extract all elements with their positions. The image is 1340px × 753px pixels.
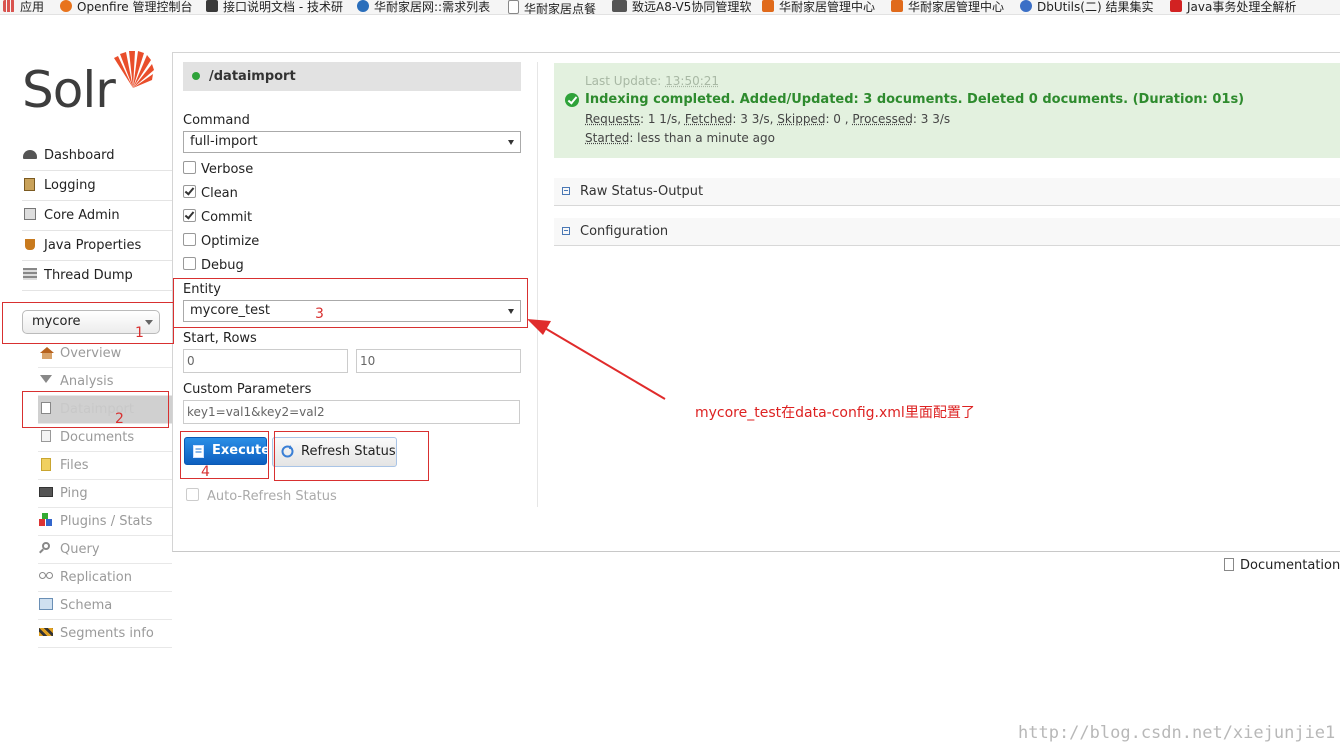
java-properties-icon — [22, 237, 38, 251]
option-verbose[interactable]: Verbose — [183, 161, 253, 179]
logging-icon — [22, 177, 38, 191]
globe-icon — [357, 0, 369, 12]
tools-icon — [206, 0, 218, 12]
option-clean[interactable]: Clean — [183, 185, 238, 203]
annotation-note: mycore_test在data-config.xml里面配置了 — [695, 405, 975, 421]
success-check-icon — [565, 93, 579, 107]
solr-logo[interactable]: Solr — [22, 48, 162, 120]
start-input[interactable]: 0 — [183, 349, 348, 373]
annotation-number-2: 2 — [115, 411, 124, 427]
core-nav-ping[interactable]: Ping — [38, 480, 172, 508]
dropdown-arrow-icon — [508, 140, 514, 145]
bookmark-dining[interactable]: 华耐家居点餐 — [508, 0, 608, 14]
auto-refresh-checkbox[interactable] — [186, 488, 199, 501]
nav-thread-dump[interactable]: Thread Dump — [22, 261, 172, 291]
page-icon — [508, 0, 519, 14]
custom-params-label: Custom Parameters — [183, 382, 312, 397]
watermark: http://blog.csdn.net/xiejunjie1 — [1018, 723, 1336, 743]
commit-checkbox[interactable] — [183, 209, 196, 222]
schema-icon — [38, 597, 54, 611]
plugins-icon — [38, 513, 54, 527]
bookmark-requirements[interactable]: 华耐家居网::需求列表 — [357, 0, 497, 14]
option-optimize[interactable]: Optimize — [183, 233, 259, 251]
annotation-box-3 — [173, 278, 528, 328]
files-icon — [38, 457, 54, 471]
nav-java-properties[interactable]: Java Properties — [22, 231, 172, 261]
core-nav-documents[interactable]: Documents — [38, 424, 172, 452]
bookmark-admin-2[interactable]: 华耐家居管理中心 — [891, 0, 1016, 14]
core-nav-query[interactable]: Query — [38, 536, 172, 564]
h-icon — [891, 0, 903, 12]
query-icon — [38, 541, 54, 555]
core-nav-schema[interactable]: Schema — [38, 592, 172, 620]
debug-checkbox[interactable] — [183, 257, 196, 270]
custom-params-input[interactable]: key1=val1&key2=val2 — [183, 400, 520, 424]
nav-core-admin[interactable]: Core Admin — [22, 201, 172, 231]
clean-checkbox[interactable] — [183, 185, 196, 198]
overview-icon — [38, 345, 54, 359]
bookmark-openfire[interactable]: Openfire 管理控制台 — [60, 0, 200, 14]
raw-status-output-toggle[interactable]: Raw Status-Output — [554, 178, 1340, 206]
annotation-number-3: 3 — [315, 306, 324, 322]
blog-icon — [1020, 0, 1032, 12]
solr-sun-icon — [114, 51, 154, 88]
replication-icon — [38, 569, 54, 583]
annotation-box-2 — [22, 391, 169, 428]
annotation-arrow — [527, 319, 666, 400]
rows-input[interactable]: 10 — [356, 349, 521, 373]
dashboard-icon — [22, 147, 38, 161]
status-counters: Requests: 1 1/s, Fetched: 3 3/s, Skipped… — [585, 112, 951, 126]
core-nav-overview[interactable]: Overview — [38, 340, 172, 368]
start-rows-label: Start, Rows — [183, 331, 257, 346]
ping-icon — [38, 485, 54, 499]
annotation-box-4 — [180, 431, 269, 479]
annotation-box-1 — [2, 302, 174, 344]
bookmark-apps[interactable]: 应用 — [3, 0, 44, 14]
bookmarks-bar: 应用 Openfire 管理控制台 接口说明文档 - 技术研 华耐家居网::需求… — [0, 0, 1340, 15]
option-debug[interactable]: Debug — [183, 257, 244, 275]
bookmark-admin-1[interactable]: 华耐家居管理中心 — [762, 0, 887, 14]
last-update: Last Update: 13:50:21 — [585, 74, 720, 88]
status-started: Started: less than a minute ago — [585, 131, 775, 145]
analysis-icon — [38, 373, 54, 387]
annotation-number-1: 1 — [135, 325, 144, 341]
documents-icon — [38, 429, 54, 443]
column-divider — [537, 62, 538, 507]
auto-refresh-option[interactable]: Auto-Refresh Status — [186, 488, 337, 506]
apps-grid-icon — [3, 0, 15, 12]
core-nav-files[interactable]: Files — [38, 452, 172, 480]
option-commit[interactable]: Commit — [183, 209, 252, 227]
bookmark-java-tx[interactable]: Java事务处理全解析 — [1170, 0, 1310, 14]
documentation-link[interactable]: Documentation — [1224, 558, 1340, 573]
handler-header: /dataimport — [183, 62, 521, 91]
verbose-checkbox[interactable] — [183, 161, 196, 174]
annotation-box-5 — [274, 431, 429, 481]
bookmark-api-doc[interactable]: 接口说明文档 - 技术研 — [206, 0, 346, 14]
openfire-icon — [60, 0, 72, 12]
annotation-number-4: 4 — [201, 464, 210, 480]
seeyon-icon — [612, 0, 627, 12]
command-label: Command — [183, 113, 250, 128]
core-nav-plugins[interactable]: Plugins / Stats — [38, 508, 172, 536]
thread-dump-icon — [22, 267, 38, 281]
collapse-icon — [562, 187, 570, 195]
bookmark-seeyon[interactable]: 致远A8-V5协同管理软 — [612, 0, 752, 14]
configuration-toggle[interactable]: Configuration — [554, 218, 1340, 246]
collapse-icon — [562, 227, 570, 235]
core-admin-icon — [22, 207, 38, 221]
status-dot-icon — [192, 72, 200, 80]
status-message: Indexing completed. Added/Updated: 3 doc… — [585, 92, 1245, 107]
core-nav-segments[interactable]: Segments info — [38, 620, 172, 648]
core-nav-replication[interactable]: Replication — [38, 564, 172, 592]
document-icon — [1224, 558, 1234, 571]
nav-logging[interactable]: Logging — [22, 171, 172, 201]
h-icon — [762, 0, 774, 12]
nav-dashboard[interactable]: Dashboard — [22, 141, 172, 171]
segments-icon — [38, 625, 54, 639]
csdn-icon — [1170, 0, 1182, 12]
bookmark-dbutils[interactable]: DbUtils(二) 结果集实 — [1020, 0, 1160, 14]
command-select[interactable]: full-import — [183, 131, 521, 153]
optimize-checkbox[interactable] — [183, 233, 196, 246]
